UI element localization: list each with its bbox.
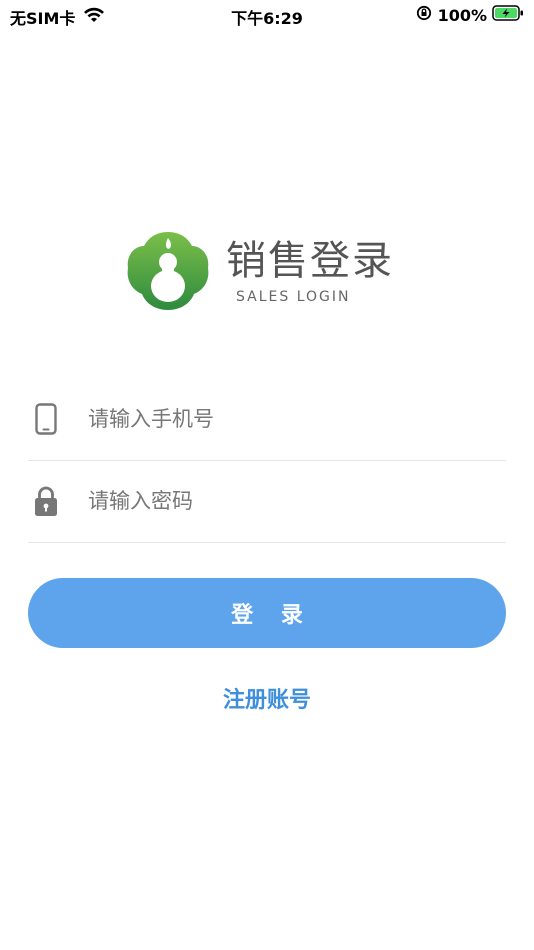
lock-icon (28, 485, 64, 517)
rotation-lock-icon (416, 5, 432, 25)
password-field-row (28, 460, 506, 543)
login-button[interactable]: 登 录 (28, 578, 506, 648)
phone-input[interactable] (86, 406, 490, 432)
phone-field-row (28, 378, 506, 461)
status-bar: 无SIM卡 下午6:29 100% (0, 0, 534, 30)
register-link[interactable]: 注册账号 (0, 682, 534, 714)
mobile-phone-icon (28, 403, 64, 435)
status-right: 100% (416, 5, 524, 25)
logo-subtitle: SALES LOGIN (236, 289, 351, 305)
battery-charging-icon (492, 5, 524, 25)
gourd-logo-icon (124, 228, 212, 316)
battery-percent: 100% (437, 5, 487, 25)
logo-title: 销售登录 (226, 238, 394, 284)
app-logo: 销售登录 SALES LOGIN (124, 228, 394, 316)
password-input[interactable] (86, 488, 490, 514)
